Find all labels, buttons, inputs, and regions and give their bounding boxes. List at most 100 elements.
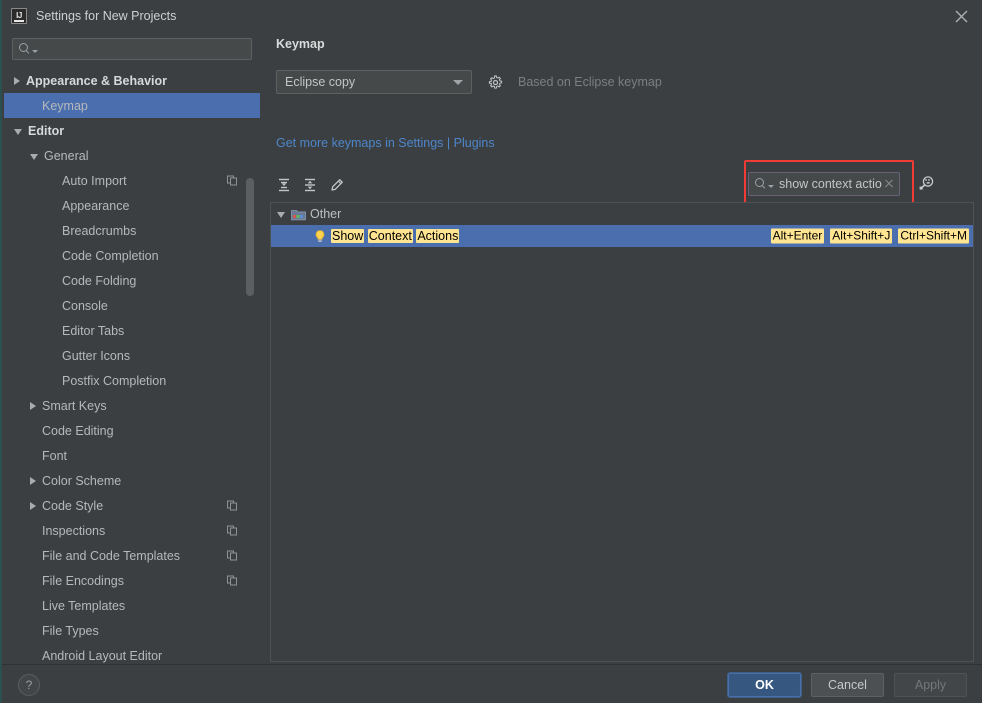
sidebar-item-font[interactable]: Font (4, 443, 260, 468)
expand-all-icon[interactable] (272, 173, 296, 197)
sidebar-item-color-scheme[interactable]: Color Scheme (4, 468, 260, 493)
ok-button[interactable]: OK (727, 672, 802, 698)
keymap-toolbar (270, 160, 974, 204)
search-match-highlight: Actions (416, 229, 460, 243)
sidebar-search-input[interactable] (38, 42, 251, 56)
chevron-right-icon[interactable] (30, 401, 36, 410)
sidebar-item-label: Gutter Icons (62, 348, 131, 363)
chevron-right-icon[interactable] (14, 76, 20, 85)
find-by-keystroke-icon[interactable] (918, 174, 938, 194)
dialog-footer: ? OK Cancel Apply (2, 664, 982, 703)
sidebar-item-code-folding[interactable]: Code Folding (4, 268, 260, 293)
copy-settings-icon[interactable] (227, 550, 238, 561)
sidebar-item-code-editing[interactable]: Code Editing (4, 418, 260, 443)
keymap-panel: Keymap Eclipse copy Based on Eclipse key… (260, 32, 982, 664)
sidebar-item-label: File Encodings (42, 573, 124, 588)
sidebar-item-label: Inspections (42, 523, 106, 538)
keymap-selector-row: Eclipse copy Based on Eclipse keymap (276, 70, 662, 94)
sidebar-item-breadcrumbs[interactable]: Breadcrumbs (4, 218, 260, 243)
clear-icon[interactable] (882, 177, 896, 191)
sidebar-item-label: Font (42, 448, 68, 463)
page-title: Keymap (276, 37, 325, 51)
search-icon (754, 178, 767, 191)
search-match-highlight: Context (367, 229, 413, 243)
sidebar-item-label: Code Style (42, 498, 104, 513)
action-search-input[interactable] (774, 177, 882, 191)
sidebar-item-label: Code Completion (62, 248, 159, 263)
shortcut-badges: Alt+Enter Alt+Shift+J Ctrl+Shift+M (770, 228, 969, 244)
shortcut-badge: Alt+Enter (770, 228, 825, 244)
sidebar-item-label: Live Templates (42, 598, 126, 613)
action-search-field[interactable] (748, 172, 900, 196)
sidebar-item-file-encodings[interactable]: File Encodings (4, 568, 260, 593)
copy-settings-icon[interactable] (227, 525, 238, 536)
sidebar-item-code-style[interactable]: Code Style (4, 493, 260, 518)
copy-settings-icon[interactable] (227, 175, 238, 186)
sidebar-item-live-templates[interactable]: Live Templates (4, 593, 260, 618)
sidebar-item-label: Postfix Completion (62, 373, 167, 388)
sidebar-item-file-types[interactable]: File Types (4, 618, 260, 643)
tree-group-row[interactable]: Other (271, 203, 973, 225)
sidebar-item-label: Keymap (42, 98, 88, 113)
sidebar-item-console[interactable]: Console (4, 293, 260, 318)
keymap-actions-tree[interactable]: Other Show Context Actions Alt+Enter Alt+… (270, 202, 974, 662)
plugins-link[interactable]: Plugins (454, 136, 495, 150)
sidebar-item-appearance[interactable]: Appearance (4, 193, 260, 218)
get-more-keymaps-row: Get more keymaps in Settings | Plugins (276, 136, 495, 150)
sidebar-item-label: Editor (28, 123, 65, 138)
edit-pencil-icon[interactable] (324, 173, 348, 197)
copy-settings-icon[interactable] (227, 500, 238, 511)
chevron-down-icon[interactable] (14, 128, 22, 135)
sidebar-item-label: Breadcrumbs (62, 223, 137, 238)
sidebar-scrollbar-thumb[interactable] (246, 178, 254, 296)
sidebar-item-gutter-icons[interactable]: Gutter Icons (4, 343, 260, 368)
sidebar-item-auto-import[interactable]: Auto Import (4, 168, 260, 193)
intellij-idea-logo-icon (11, 8, 27, 24)
chevron-down-icon[interactable] (277, 212, 285, 218)
link-separator: | (443, 136, 454, 150)
sidebar-item-label: Color Scheme (42, 473, 122, 488)
sidebar-item-inspections[interactable]: Inspections (4, 518, 260, 543)
sidebar-item-label: Smart Keys (42, 398, 107, 413)
sidebar-item-android-layout-editor[interactable]: Android Layout Editor (4, 643, 260, 664)
sidebar-search[interactable] (12, 38, 252, 60)
chevron-right-icon[interactable] (30, 501, 36, 510)
tree-action-row[interactable]: Show Context Actions Alt+Enter Alt+Shift+… (271, 225, 973, 247)
chevron-right-icon[interactable] (30, 476, 36, 485)
chevron-down-icon[interactable] (30, 153, 38, 160)
tree-action-label: Show Context Actions (331, 229, 460, 243)
sidebar-scrollbar-track[interactable] (246, 68, 257, 664)
sidebar-item-code-completion[interactable]: Code Completion (4, 243, 260, 268)
search-icon (18, 43, 31, 56)
sidebar-item-label: Console (62, 298, 108, 313)
keymap-select[interactable]: Eclipse copy (276, 70, 472, 94)
sidebar-item-appearance-behavior[interactable]: Appearance & Behavior (4, 68, 260, 93)
collapse-all-icon[interactable] (298, 173, 322, 197)
shortcut-badge: Ctrl+Shift+M (898, 228, 969, 244)
sidebar-item-label: File Types (42, 623, 99, 638)
sidebar-item-file-and-code-templates[interactable]: File and Code Templates (4, 543, 260, 568)
keymap-select-value: Eclipse copy (285, 75, 356, 89)
gear-icon[interactable] (488, 74, 503, 90)
sidebar-item-keymap[interactable]: Keymap (4, 93, 260, 118)
sidebar-item-smart-keys[interactable]: Smart Keys (4, 393, 260, 418)
shortcut-badge: Alt+Shift+J (830, 228, 893, 244)
sidebar-item-label: File and Code Templates (42, 548, 181, 563)
cancel-button[interactable]: Cancel (811, 673, 884, 697)
sidebar-item-label: Code Editing (42, 423, 114, 438)
sidebar-item-editor-tabs[interactable]: Editor Tabs (4, 318, 260, 343)
sidebar-item-editor[interactable]: Editor (4, 118, 260, 143)
copy-settings-icon[interactable] (227, 575, 238, 586)
close-icon[interactable] (938, 0, 982, 32)
sidebar-item-label: Code Folding (62, 273, 137, 288)
settings-category-tree[interactable]: Appearance & Behavior Keymap Editor General… (4, 68, 260, 664)
sidebar-item-label: Android Layout Editor (42, 648, 163, 663)
sidebar-item-postfix-completion[interactable]: Postfix Completion (4, 368, 260, 393)
settings-plugins-link[interactable]: Get more keymaps in Settings (276, 136, 443, 150)
sidebar-item-general[interactable]: General (4, 143, 260, 168)
help-button[interactable]: ? (18, 674, 40, 696)
settings-sidebar: Appearance & Behavior Keymap Editor General… (4, 32, 260, 664)
sidebar-item-label: Editor Tabs (62, 323, 125, 338)
folder-icon (291, 208, 306, 221)
based-on-label: Based on Eclipse keymap (518, 75, 662, 89)
